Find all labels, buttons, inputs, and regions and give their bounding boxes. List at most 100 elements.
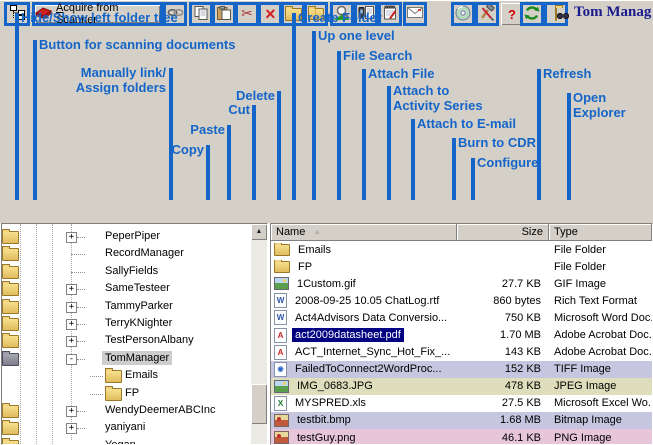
word-file-icon: W <box>274 310 287 325</box>
expand-plus-icon[interactable]: + <box>66 284 77 295</box>
tree-item-yaniyani[interactable]: + yaniyani <box>2 419 251 436</box>
excel-file-icon: X <box>274 396 287 411</box>
delete-button[interactable]: × <box>258 2 282 26</box>
folder-tree: + PeperPiper RecordManager SallyFields +… <box>2 224 251 444</box>
annotation-line <box>15 13 19 200</box>
tree-item-tommanager[interactable]: - TomManager <box>2 350 251 367</box>
activity-series-icon <box>383 5 398 23</box>
burn-to-cdr-button[interactable] <box>451 2 475 26</box>
file-row[interactable]: XMYSPRED.xls 27.5 KBMicrosoft Excel Wo..… <box>271 395 652 412</box>
paste-icon <box>217 6 231 23</box>
folder-icon <box>2 231 19 244</box>
annotation-line <box>252 105 256 200</box>
annotation-open-explorer: Open Explorer <box>573 91 653 120</box>
file-row[interactable]: FP File Folder <box>271 258 652 275</box>
tree-item-yegan[interactable]: Yegan <box>2 437 251 444</box>
folder-icon <box>2 301 19 314</box>
annotation-line <box>227 125 231 200</box>
attach-to-email-button[interactable] <box>403 2 427 26</box>
annotation-delete: Delete <box>236 89 275 104</box>
file-row[interactable]: Emails File Folder <box>271 241 652 258</box>
expand-plus-icon[interactable]: + <box>66 423 77 434</box>
png-file-icon <box>274 431 289 444</box>
file-list-panel: Name▲ Size Type Emails File Folder FP Fi… <box>270 223 653 445</box>
file-row[interactable]: 1Custom.gif 27.7 KBGIF Image <box>271 275 652 292</box>
folder-icon <box>2 248 19 261</box>
sort-ascending-icon: ▲ <box>313 227 321 236</box>
folder-tree-panel: + PeperPiper RecordManager SallyFields +… <box>1 223 268 445</box>
refresh-button[interactable] <box>520 2 544 26</box>
tree-item-sametesteer[interactable]: + SameTesteer <box>2 280 251 297</box>
expand-plus-icon[interactable]: + <box>66 232 77 243</box>
annotation-line <box>362 69 366 200</box>
folder-icon <box>2 422 19 435</box>
annotation-line <box>33 40 37 200</box>
column-header-type[interactable]: Type <box>549 224 652 241</box>
annotation-refresh: Refresh <box>543 67 591 82</box>
file-list-header: Name▲ Size Type <box>271 224 652 241</box>
tree-item-testpersonalbany[interactable]: + TestPersonAlbany <box>2 332 251 349</box>
file-row-selected[interactable]: Aact2009datasheet.pdf 1.70 MBAdobe Acrob… <box>271 326 652 343</box>
folder-icon <box>2 405 19 418</box>
expand-minus-icon[interactable]: - <box>66 354 77 365</box>
folder-icon <box>105 370 122 383</box>
pdf-file-icon: A <box>274 345 287 360</box>
column-header-name[interactable]: Name▲ <box>271 224 457 241</box>
annotation-cut: Cut <box>228 103 250 118</box>
folder-icon <box>105 388 122 401</box>
file-row[interactable]: ◉FailedToConnect2WordProc... 152 KBTIFF … <box>271 361 652 378</box>
annotation-manual-link: Manually link/ Assign folders <box>76 66 166 95</box>
file-row[interactable]: W2008-09-25 10.05 ChatLog.rtf 860 bytesR… <box>271 292 652 309</box>
folder-icon <box>274 261 290 273</box>
tree-item-wendydeemerabcinc[interactable]: + WendyDeemerABCInc <box>2 402 251 419</box>
annotation-line <box>387 86 391 200</box>
tree-item-terryknighter[interactable]: + TerryKNighter <box>2 315 251 332</box>
tree-item-emails[interactable]: Emails <box>2 367 251 384</box>
annotation-copy: Copy <box>172 143 205 158</box>
column-header-size[interactable]: Size <box>457 224 549 241</box>
expand-plus-icon[interactable]: + <box>66 406 77 417</box>
refresh-icon <box>524 5 540 24</box>
expand-plus-icon[interactable]: + <box>66 302 77 313</box>
tree-scrollbar[interactable]: ▲ <box>251 224 267 444</box>
expand-plus-icon[interactable]: + <box>66 336 77 347</box>
file-row[interactable]: IMG_0683.JPG 478 KBJPEG Image <box>271 378 652 395</box>
annotation-line <box>567 93 571 200</box>
file-row[interactable]: WAct4Advisors Data Conversio... 750 KBMi… <box>271 309 652 326</box>
cut-button[interactable]: ✂ <box>235 2 259 26</box>
annotation-line <box>471 158 475 200</box>
pdf-file-icon: A <box>274 328 287 343</box>
tree-item-recordmanager[interactable]: RecordManager <box>2 245 251 262</box>
annotation-paste: Paste <box>190 123 225 138</box>
configure-button[interactable] <box>475 2 499 26</box>
annotation-line <box>411 119 415 200</box>
file-row[interactable]: testbit.bmp 1.68 MBBitmap Image <box>271 412 652 429</box>
paste-button[interactable] <box>212 2 236 26</box>
annotation-line <box>312 31 316 200</box>
annotation-line <box>337 51 341 200</box>
open-explorer-button[interactable] <box>544 2 568 26</box>
folder-icon <box>2 335 19 348</box>
tree-item-sallyfields[interactable]: SallyFields <box>2 263 251 280</box>
expand-plus-icon[interactable]: + <box>66 319 77 330</box>
scrollbar-thumb[interactable] <box>251 384 267 424</box>
tree-item-peperpiper[interactable]: + PeperPiper <box>2 228 251 245</box>
copy-icon <box>194 6 208 23</box>
cd-disc-icon <box>455 5 471 24</box>
file-row[interactable]: AACT_Internet_Sync_Hot_Fix_... 143 KBAdo… <box>271 344 652 361</box>
scroll-up-button[interactable]: ▲ <box>251 224 267 240</box>
tree-item-fp[interactable]: FP <box>2 385 251 402</box>
copy-button[interactable] <box>189 2 213 26</box>
image-file-icon <box>274 277 289 290</box>
folder-icon <box>274 244 290 256</box>
organizer-screen: Hide/Show left folder tree Button for sc… <box>0 0 653 445</box>
open-folder-icon <box>2 353 19 366</box>
annotation-file-search: File Search <box>343 49 412 64</box>
help-question-icon: ? <box>508 7 516 22</box>
scissors-icon: ✂ <box>241 7 253 21</box>
explorer-icon <box>555 8 557 20</box>
file-row[interactable]: testGuy.png 46.1 KBPNG Image <box>271 429 652 445</box>
tree-item-tammyparker[interactable]: + TammyParker <box>2 298 251 315</box>
annotation-line <box>537 69 541 200</box>
annotation-create-folder: Create Folder <box>298 11 382 26</box>
